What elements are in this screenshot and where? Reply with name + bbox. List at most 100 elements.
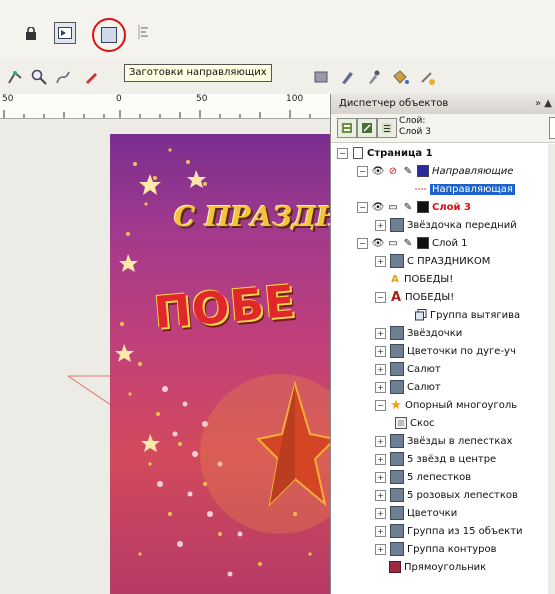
tree-item-label: Группа вытягива [430,309,521,321]
poster-artwork[interactable]: С ПРАЗДН ПОБЕ [110,134,335,594]
tree-layer-item[interactable]: − 👁 ⊘ ✎ Направляющие [357,162,513,180]
collapse-icon[interactable]: − [357,237,368,249]
tree-object-item[interactable]: + Салют [375,360,441,378]
ruler-label: 0 [116,94,122,104]
ruler-label: 100 [286,94,304,104]
expand-icon[interactable]: + [375,327,386,339]
expand-icon[interactable]: + [375,219,386,231]
expand-icon[interactable]: + [375,489,386,501]
tree-object-item[interactable]: + 5 розовых лепестков [375,486,518,504]
tree-item-label: Опорный многоуголь [405,399,518,411]
pencil-icon[interactable]: ✎ [402,165,414,177]
expand-icon[interactable]: + [375,471,386,483]
collapse-icon[interactable]: − [375,291,386,303]
collapse-icon[interactable]: − [357,201,368,213]
group-icon [390,542,404,556]
tree-layer-item[interactable]: − 👁 ▭ ✎ Слой 3 [357,198,471,216]
page-icon [352,147,364,159]
freehand-tool-icon[interactable] [54,68,72,86]
tree-object-item[interactable]: + Салют [375,378,441,396]
tree-object-item[interactable]: + 5 звёзд в центре [375,450,496,468]
tree-object-item[interactable]: − A ПОБЕДЫ! [375,288,454,306]
guides-options-button[interactable] [54,22,76,44]
pencil-icon[interactable]: ✎ [402,201,414,213]
align-guides-icon[interactable] [136,24,150,40]
group-icon [390,326,404,340]
edit-across-layers-button[interactable] [357,118,377,138]
extrude-group-icon [415,309,427,321]
shape-tool-icon[interactable] [6,68,24,86]
object-manager-panel: Диспетчер объектов » ▲ Слой: Слой 3 − Ст… [330,94,555,594]
panel-controls[interactable]: » ▲ [535,94,552,114]
tree-object-item[interactable]: + 5 лепестков [375,468,471,486]
expand-icon[interactable]: + [375,363,386,375]
tree-object-item[interactable]: + С ПРАЗДНИКОМ [375,252,490,270]
tree-object-item[interactable]: Направляющая [415,180,515,198]
panel-scrollbar[interactable] [548,144,555,594]
tree-page-item[interactable]: − Страница 1 [337,144,433,162]
expand-icon[interactable]: + [375,435,386,447]
collapse-icon[interactable]: − [337,147,348,159]
ruler-label: 50 [196,94,208,104]
no-print-icon[interactable]: ⊘ [387,165,399,177]
tree-item-label: ПОБЕДЫ! [405,291,455,303]
expand-icon[interactable]: + [375,543,386,555]
tree-item-label: Цветочки [407,507,458,519]
tree-item-label: Звёздочки [407,327,463,339]
tree-item-label: Цветочки по дуге-уч [407,345,516,357]
layers-icon [362,123,372,133]
tree-object-item[interactable]: + Звёзды в лепестках [375,432,512,450]
tree-object-item[interactable]: + Группа из 15 объекти [375,522,523,540]
horizontal-ruler[interactable]: 50 0 50 100 [0,94,330,119]
eyedropper-icon[interactable] [364,68,382,86]
show-properties-button[interactable] [337,118,357,138]
tree-object-item[interactable]: + Звёздочка передний [375,216,517,234]
pen-tool-icon[interactable] [82,68,100,86]
tree-item-label: Звёзды в лепестках [407,435,513,447]
text-object-icon: A [391,273,399,285]
fill-bucket-icon[interactable] [390,68,410,86]
printer-icon[interactable]: ▭ [387,237,399,249]
tree-object-item[interactable]: + Звёздочки [375,324,462,342]
tree-item-label: 5 лепестков [407,471,472,483]
expand-icon[interactable]: + [375,381,386,393]
tree-object-item[interactable]: + Цветочки по дуге-уч [375,342,516,360]
property-toolbar [0,0,555,60]
eye-icon[interactable]: 👁 [372,201,385,213]
tree-object-item[interactable]: Скос [395,414,435,432]
pencil-icon[interactable]: ✎ [402,237,414,249]
eye-icon[interactable]: 👁 [372,165,385,177]
collapse-icon[interactable]: − [357,165,368,177]
expand-icon[interactable]: + [375,255,386,267]
tree-item-label: Направляющие [432,165,514,177]
rectangle-tool-icon[interactable] [312,68,330,86]
lock-icon[interactable] [24,26,38,40]
tree-object-item[interactable]: + Цветочки [375,504,457,522]
tree-layer-item[interactable]: − 👁 ▭ ✎ Слой 1 [357,234,468,252]
expand-icon[interactable]: + [375,453,386,465]
tree-object-item[interactable]: + Группа контуров [375,540,497,558]
rectangle-icon [389,561,401,573]
guide-presets-button[interactable] [92,18,126,52]
layer-manager-view-button[interactable] [377,118,397,138]
group-icon [390,218,404,232]
tree-object-item[interactable]: − ★ Опорный многоуголь [375,396,517,414]
zoom-tool-icon[interactable] [30,68,48,86]
outline-pen-icon[interactable] [338,68,356,86]
panel-dropdown-edge[interactable] [549,117,555,139]
group-icon [390,524,404,538]
expand-icon[interactable]: + [375,345,386,357]
interactive-fill-icon[interactable] [418,68,436,86]
printer-icon[interactable]: ▭ [387,201,399,213]
layer-color-swatch [417,201,429,213]
tree-object-item[interactable]: Группа вытягива [415,306,520,324]
collapse-icon[interactable]: − [375,399,386,411]
tree-object-item[interactable]: Прямоугольник [389,558,486,576]
expand-icon[interactable]: + [375,507,386,519]
tree-item-label: Звёздочка передний [407,219,517,231]
expand-icon[interactable]: + [375,525,386,537]
group-icon [390,344,404,358]
tree-item-label: Слой 1 [432,237,468,249]
eye-icon[interactable]: 👁 [372,237,385,249]
tree-object-item[interactable]: A ПОБЕДЫ! [389,270,453,288]
